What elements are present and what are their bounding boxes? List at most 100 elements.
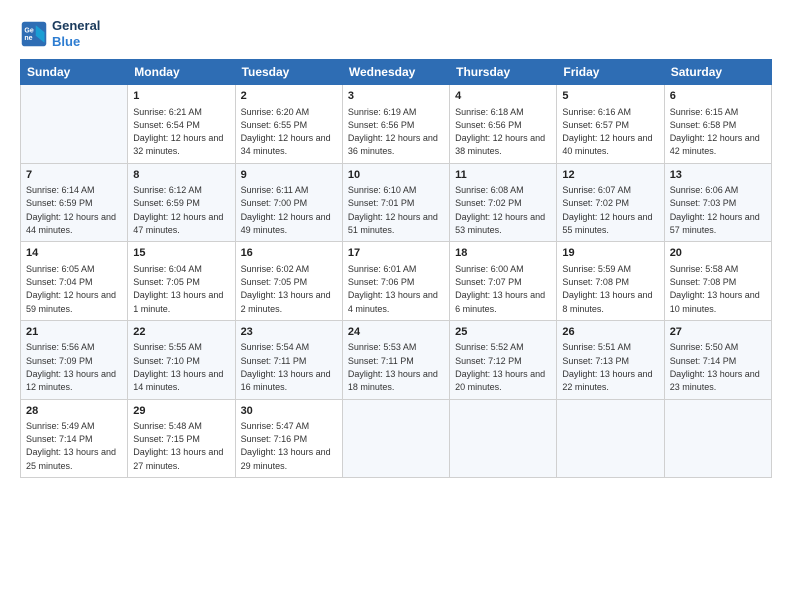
day-number: 26 [562, 325, 658, 340]
calendar-cell: 12 Sunrise: 6:07 AMSunset: 7:02 PMDayligh… [557, 163, 664, 242]
day-number: 21 [26, 325, 122, 340]
day-number: 5 [562, 89, 658, 104]
cell-info: Sunrise: 6:05 AMSunset: 7:04 PMDaylight:… [26, 264, 116, 314]
cell-info: Sunrise: 6:20 AMSunset: 6:55 PMDaylight:… [241, 107, 331, 157]
page-container: Ge ne General Blue SundayMondayTuesdayWe… [0, 0, 792, 488]
cell-info: Sunrise: 6:12 AMSunset: 6:59 PMDaylight:… [133, 185, 223, 235]
cell-info: Sunrise: 6:02 AMSunset: 7:05 PMDaylight:… [241, 264, 331, 314]
cell-info: Sunrise: 6:16 AMSunset: 6:57 PMDaylight:… [562, 107, 652, 157]
cell-info: Sunrise: 6:21 AMSunset: 6:54 PMDaylight:… [133, 107, 223, 157]
cell-info: Sunrise: 6:11 AMSunset: 7:00 PMDaylight:… [241, 185, 331, 235]
cell-info: Sunrise: 5:56 AMSunset: 7:09 PMDaylight:… [26, 342, 116, 392]
day-number: 27 [670, 325, 766, 340]
cell-info: Sunrise: 6:19 AMSunset: 6:56 PMDaylight:… [348, 107, 438, 157]
calendar-cell: 1 Sunrise: 6:21 AMSunset: 6:54 PMDaylight… [128, 85, 235, 164]
day-number: 11 [455, 168, 551, 183]
svg-text:Ge: Ge [24, 27, 33, 34]
calendar-cell: 15 Sunrise: 6:04 AMSunset: 7:05 PMDayligh… [128, 242, 235, 321]
calendar-cell [450, 399, 557, 478]
cell-info: Sunrise: 6:07 AMSunset: 7:02 PMDaylight:… [562, 185, 652, 235]
col-header-thursday: Thursday [450, 60, 557, 85]
calendar-cell: 14 Sunrise: 6:05 AMSunset: 7:04 PMDayligh… [21, 242, 128, 321]
calendar-cell: 6Sunrise: 6:15 AMSunset: 6:58 PMDaylight… [664, 85, 771, 164]
day-number: 29 [133, 404, 229, 419]
calendar-cell: 11 Sunrise: 6:08 AMSunset: 7:02 PMDayligh… [450, 163, 557, 242]
calendar-cell: 7 Sunrise: 6:14 AMSunset: 6:59 PMDaylight… [21, 163, 128, 242]
calendar-cell: 23 Sunrise: 5:54 AMSunset: 7:11 PMDayligh… [235, 320, 342, 399]
calendar-cell: 4 Sunrise: 6:18 AMSunset: 6:56 PMDaylight… [450, 85, 557, 164]
calendar-cell: 29 Sunrise: 5:48 AMSunset: 7:15 PMDayligh… [128, 399, 235, 478]
calendar-cell: 30Sunrise: 5:47 AMSunset: 7:16 PMDayligh… [235, 399, 342, 478]
cell-info: Sunrise: 6:15 AMSunset: 6:58 PMDaylight:… [670, 107, 760, 157]
cell-info: Sunrise: 6:06 AMSunset: 7:03 PMDaylight:… [670, 185, 760, 235]
cell-info: Sunrise: 5:59 AMSunset: 7:08 PMDaylight:… [562, 264, 652, 314]
calendar-cell: 5 Sunrise: 6:16 AMSunset: 6:57 PMDaylight… [557, 85, 664, 164]
day-number: 22 [133, 325, 229, 340]
day-number: 19 [562, 246, 658, 261]
calendar-cell [557, 399, 664, 478]
day-number: 12 [562, 168, 658, 183]
cell-info: Sunrise: 6:18 AMSunset: 6:56 PMDaylight:… [455, 107, 545, 157]
cell-info: Sunrise: 5:50 AMSunset: 7:14 PMDaylight:… [670, 342, 760, 392]
cell-info: Sunrise: 6:00 AMSunset: 7:07 PMDaylight:… [455, 264, 545, 314]
col-header-wednesday: Wednesday [342, 60, 449, 85]
calendar-cell: 2 Sunrise: 6:20 AMSunset: 6:55 PMDaylight… [235, 85, 342, 164]
calendar-cell: 26Sunrise: 5:51 AMSunset: 7:13 PMDayligh… [557, 320, 664, 399]
day-number: 25 [455, 325, 551, 340]
col-header-friday: Friday [557, 60, 664, 85]
calendar-cell [342, 399, 449, 478]
day-number: 1 [133, 89, 229, 104]
day-number: 10 [348, 168, 444, 183]
day-number: 7 [26, 168, 122, 183]
col-header-monday: Monday [128, 60, 235, 85]
day-number: 3 [348, 89, 444, 104]
col-header-tuesday: Tuesday [235, 60, 342, 85]
day-number: 23 [241, 325, 337, 340]
calendar-cell: 19 Sunrise: 5:59 AMSunset: 7:08 PMDayligh… [557, 242, 664, 321]
cell-info: Sunrise: 6:14 AMSunset: 6:59 PMDaylight:… [26, 185, 116, 235]
day-number: 4 [455, 89, 551, 104]
cell-info: Sunrise: 5:58 AMSunset: 7:08 PMDaylight:… [670, 264, 760, 314]
cell-info: Sunrise: 6:08 AMSunset: 7:02 PMDaylight:… [455, 185, 545, 235]
day-number: 20 [670, 246, 766, 261]
week-row-2: 14 Sunrise: 6:05 AMSunset: 7:04 PMDayligh… [21, 242, 772, 321]
day-number: 24 [348, 325, 444, 340]
calendar-cell: 3 Sunrise: 6:19 AMSunset: 6:56 PMDaylight… [342, 85, 449, 164]
cell-info: Sunrise: 6:10 AMSunset: 7:01 PMDaylight:… [348, 185, 438, 235]
calendar-cell: 22 Sunrise: 5:55 AMSunset: 7:10 PMDayligh… [128, 320, 235, 399]
cell-info: Sunrise: 5:54 AMSunset: 7:11 PMDaylight:… [241, 342, 331, 392]
calendar-cell: 24Sunrise: 5:53 AMSunset: 7:11 PMDayligh… [342, 320, 449, 399]
day-number: 17 [348, 246, 444, 261]
day-number: 18 [455, 246, 551, 261]
calendar-cell: 25Sunrise: 5:52 AMSunset: 7:12 PMDayligh… [450, 320, 557, 399]
day-number: 28 [26, 404, 122, 419]
week-row-4: 28 Sunrise: 5:49 AMSunset: 7:14 PMDayligh… [21, 399, 772, 478]
calendar-cell: 21 Sunrise: 5:56 AMSunset: 7:09 PMDayligh… [21, 320, 128, 399]
header-row: SundayMondayTuesdayWednesdayThursdayFrid… [21, 60, 772, 85]
cell-info: Sunrise: 5:48 AMSunset: 7:15 PMDaylight:… [133, 421, 223, 471]
cell-info: Sunrise: 6:01 AMSunset: 7:06 PMDaylight:… [348, 264, 438, 314]
day-number: 14 [26, 246, 122, 261]
calendar-cell: 28 Sunrise: 5:49 AMSunset: 7:14 PMDayligh… [21, 399, 128, 478]
day-number: 2 [241, 89, 337, 104]
day-number: 13 [670, 168, 766, 183]
cell-info: Sunrise: 5:47 AMSunset: 7:16 PMDaylight:… [241, 421, 331, 471]
week-row-3: 21 Sunrise: 5:56 AMSunset: 7:09 PMDayligh… [21, 320, 772, 399]
calendar-cell [21, 85, 128, 164]
header: Ge ne General Blue [20, 18, 772, 49]
cell-info: Sunrise: 5:49 AMSunset: 7:14 PMDaylight:… [26, 421, 116, 471]
logo-text: General Blue [52, 18, 100, 49]
logo-icon: Ge ne [20, 20, 48, 48]
col-header-saturday: Saturday [664, 60, 771, 85]
calendar-cell: 17 Sunrise: 6:01 AMSunset: 7:06 PMDayligh… [342, 242, 449, 321]
svg-text:ne: ne [24, 35, 32, 42]
calendar-cell: 20 Sunrise: 5:58 AMSunset: 7:08 PMDayligh… [664, 242, 771, 321]
week-row-1: 7 Sunrise: 6:14 AMSunset: 6:59 PMDaylight… [21, 163, 772, 242]
day-number: 9 [241, 168, 337, 183]
col-header-sunday: Sunday [21, 60, 128, 85]
cell-info: Sunrise: 6:04 AMSunset: 7:05 PMDaylight:… [133, 264, 223, 314]
logo: Ge ne General Blue [20, 18, 100, 49]
cell-info: Sunrise: 5:55 AMSunset: 7:10 PMDaylight:… [133, 342, 223, 392]
calendar-cell: 8Sunrise: 6:12 AMSunset: 6:59 PMDaylight… [128, 163, 235, 242]
day-number: 15 [133, 246, 229, 261]
